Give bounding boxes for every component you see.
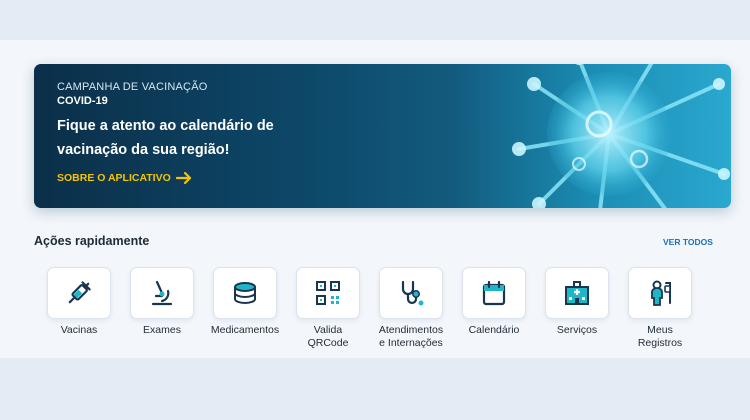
action-servicos[interactable]: Serviços	[534, 267, 620, 337]
action-medicamentos[interactable]: Medicamentos	[202, 267, 288, 337]
action-label: Exames	[143, 324, 181, 336]
about-app-link[interactable]: SOBRE O APLICATIVO	[57, 172, 192, 184]
quick-actions-title: Ações rapidamente	[34, 234, 150, 248]
action-tile[interactable]	[47, 267, 111, 319]
pill-icon	[234, 282, 256, 304]
action-tile[interactable]	[296, 267, 360, 319]
action-tile[interactable]	[628, 267, 692, 319]
see-all-link[interactable]: VER TODOS	[663, 237, 713, 247]
action-tile[interactable]	[379, 267, 443, 319]
hospital-icon	[565, 281, 589, 305]
calendar-icon	[482, 280, 506, 306]
syringe-icon	[68, 281, 91, 304]
action-vacinas[interactable]: Vacinas	[36, 267, 122, 337]
virus-illustration	[512, 64, 730, 208]
action-label: Vacinas	[60, 324, 98, 336]
stethoscope-icon	[401, 280, 424, 306]
banner-kicker: CAMPANHA DE VACINAÇÃO	[57, 81, 208, 93]
about-app-link-label: SOBRE O APLICATIVO	[57, 172, 171, 184]
action-valida-qrcode[interactable]: Valida QRCode	[285, 267, 371, 349]
vaccination-banner[interactable]: CAMPANHA DE VACINAÇÃO COVID-19 Fique a a…	[34, 64, 731, 208]
banner-subtitle: COVID-19	[57, 95, 108, 107]
action-meus-registros[interactable]: Meus Registros	[617, 267, 703, 349]
action-atendimentos[interactable]: Atendimentos e Internações	[368, 267, 454, 349]
action-label: Calendário	[468, 324, 520, 336]
banner-title: Fique a atento ao calendário de vacinaçã…	[57, 118, 274, 158]
action-calendario[interactable]: Calendário	[451, 267, 537, 337]
action-tile[interactable]	[545, 267, 609, 319]
patient-icon	[651, 280, 671, 306]
action-exames[interactable]: Exames	[119, 267, 205, 337]
action-label: Valida QRCode	[307, 324, 349, 349]
action-tile[interactable]	[213, 267, 277, 319]
qrcode-icon	[316, 281, 340, 305]
action-label: Serviços	[556, 324, 598, 336]
action-label: Meus Registros	[637, 324, 683, 349]
microscope-icon	[151, 280, 173, 306]
arrow-right-icon	[175, 172, 191, 184]
action-tile[interactable]	[462, 267, 526, 319]
action-label: Atendimentos e Internações	[378, 324, 444, 349]
action-tile[interactable]	[130, 267, 194, 319]
action-label: Medicamentos	[210, 324, 280, 336]
